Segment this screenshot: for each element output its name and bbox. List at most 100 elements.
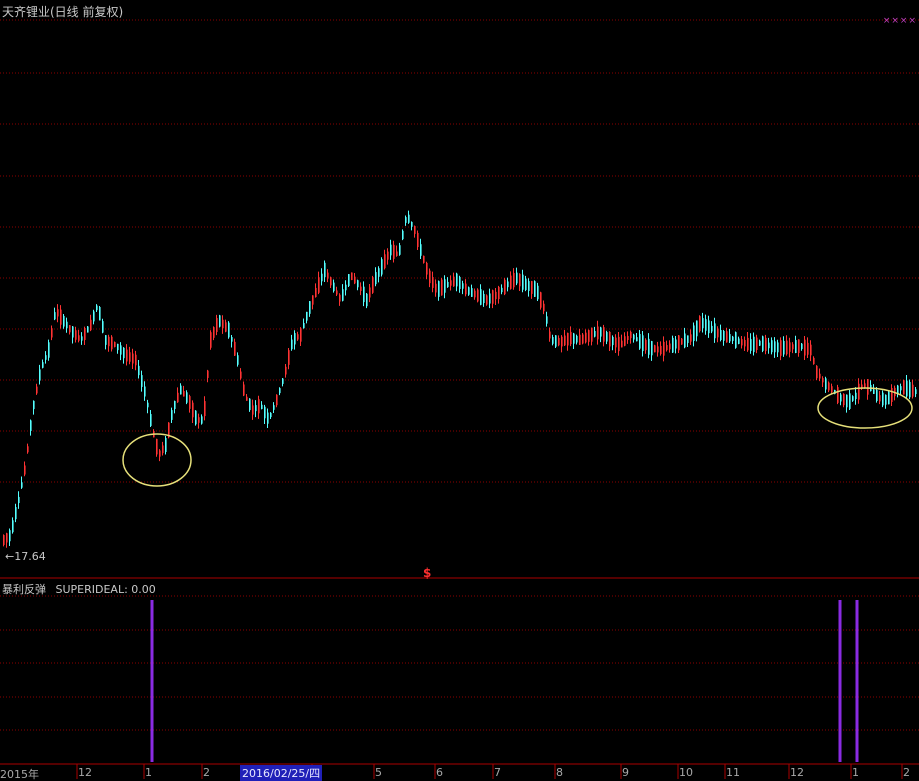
candle-body [303, 323, 305, 329]
candle-body [210, 332, 212, 348]
candle-body [279, 388, 281, 394]
candle-body [537, 285, 539, 300]
candle-body [123, 347, 125, 359]
candle-body [201, 416, 203, 424]
candle-body [264, 406, 266, 419]
candle-body [117, 343, 119, 351]
x-tick-label: 8 [556, 766, 563, 779]
candle-body [462, 283, 464, 289]
candle-body [195, 410, 197, 425]
candle-body [687, 335, 689, 343]
candle-body [282, 378, 284, 384]
candle-body [378, 268, 380, 277]
signal-layer [150, 600, 859, 762]
candle-body [783, 340, 785, 355]
candle-body [309, 301, 311, 314]
dividend-marker-icon[interactable]: $ [423, 566, 431, 580]
candle-body [483, 293, 485, 304]
candle-body [786, 340, 788, 355]
candle-body [327, 272, 329, 279]
candle-body [840, 394, 842, 402]
candle-body [726, 331, 728, 343]
candle-body [885, 394, 887, 405]
x-tick-label: 12 [78, 766, 92, 779]
candle-body [273, 405, 275, 410]
candle-body [882, 392, 884, 406]
candle-body [330, 277, 332, 286]
candle-body [411, 221, 413, 227]
candle-body [243, 384, 245, 396]
candle-body [324, 262, 326, 278]
candle-body [399, 245, 401, 255]
candle-body [99, 307, 101, 321]
candle-body [756, 337, 758, 350]
candle-body [570, 331, 572, 345]
candle-body [192, 402, 194, 418]
candle-body [693, 325, 695, 341]
candle-body [489, 293, 491, 304]
candle-body [240, 371, 242, 379]
candle-body [126, 349, 128, 362]
candle-body [801, 343, 803, 350]
candle-body [252, 405, 254, 415]
candle-body [321, 273, 323, 282]
candle-body [396, 251, 398, 257]
candle-body [714, 323, 716, 339]
candle-body [435, 283, 437, 293]
candle-body [720, 329, 722, 341]
candle-body [804, 339, 806, 356]
candle-body [183, 390, 185, 397]
candle-body [711, 325, 713, 332]
candle-body [654, 345, 656, 353]
candle-body [51, 328, 53, 338]
candle-body [357, 280, 359, 288]
candle-body [621, 340, 623, 348]
candle-body [762, 336, 764, 351]
candle-body [120, 345, 122, 355]
candle-body [162, 445, 164, 454]
candle-body [852, 396, 854, 401]
candle-body [555, 335, 557, 347]
candle-body [81, 336, 83, 341]
x-tick-label: 1 [145, 766, 152, 779]
candle-body [789, 342, 791, 352]
x-tick-label: 2 [203, 766, 210, 779]
candles-layer [3, 210, 917, 548]
candle-body [708, 320, 710, 334]
candle-body [9, 530, 11, 542]
candle-body [495, 291, 497, 300]
candle-body [90, 319, 92, 331]
candle-body [147, 402, 149, 408]
candle-body [114, 342, 116, 347]
candle-body [525, 278, 527, 291]
candle-body [549, 331, 551, 339]
candle-body [27, 446, 29, 453]
candle-body [600, 327, 602, 337]
x-tick-label: 6 [436, 766, 443, 779]
candle-body [231, 337, 233, 342]
annotation-layer [122, 387, 913, 487]
candle-body [54, 312, 56, 320]
candle-body [213, 327, 215, 338]
candle-body [822, 378, 824, 383]
corner-marker: ×××× [882, 16, 917, 26]
candle-body [810, 344, 812, 356]
candle-body [30, 420, 32, 431]
candle-body [552, 336, 554, 344]
candle-body [846, 394, 848, 408]
candle-body [747, 337, 749, 351]
candle-body [447, 281, 449, 288]
candle-body [189, 396, 191, 409]
candle-body [18, 496, 20, 504]
candle-body [312, 295, 314, 305]
candle-body [456, 273, 458, 287]
candle-body [531, 281, 533, 294]
candle-body [900, 386, 902, 391]
candle-body [660, 345, 662, 355]
candle-body [780, 340, 782, 356]
candle-body [705, 319, 707, 331]
candle-body [270, 412, 272, 418]
candle-body [615, 337, 617, 348]
candle-body [603, 327, 605, 342]
candle-body [219, 315, 221, 327]
